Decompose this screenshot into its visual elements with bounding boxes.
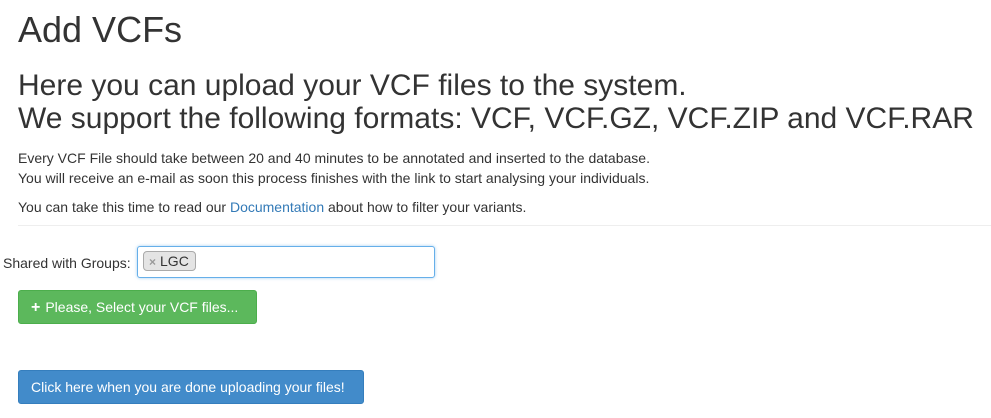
documentation-note: You can take this time to read our Docum… — [18, 197, 526, 217]
groups-label: Shared with Groups: — [3, 255, 131, 271]
groups-select-input[interactable]: × LGC — [137, 246, 435, 278]
plus-icon: + — [31, 298, 41, 316]
documentation-prefix: You can take this time to read our — [18, 199, 230, 215]
tag-remove-icon[interactable]: × — [149, 253, 156, 271]
page-title: Add VCFs — [18, 9, 183, 50]
intro-heading-line-2: We support the following formats: VCF, V… — [18, 102, 974, 135]
group-tag-lgc: × LGC — [143, 251, 196, 271]
select-vcf-files-label: Please, Select your VCF files... — [45, 298, 239, 315]
processing-info-line-2: You will receive an e-mail as soon this … — [18, 170, 650, 186]
intro-heading-line-1: Here you can upload your VCF files to th… — [18, 69, 687, 102]
done-uploading-label: Click here when you are done uploading y… — [31, 379, 345, 395]
select-vcf-files-button[interactable]: + Please, Select your VCF files... — [18, 290, 257, 324]
divider — [18, 225, 991, 226]
processing-info: Every VCF File should take between 20 an… — [18, 148, 650, 188]
processing-info-line-1: Every VCF File should take between 20 an… — [18, 150, 650, 166]
documentation-link[interactable]: Documentation — [230, 199, 324, 215]
done-uploading-button[interactable]: Click here when you are done uploading y… — [18, 370, 364, 404]
intro-heading: Here you can upload your VCF files to th… — [18, 69, 974, 135]
group-tag-label: LGC — [160, 253, 189, 269]
documentation-suffix: about how to filter your variants. — [324, 199, 527, 215]
